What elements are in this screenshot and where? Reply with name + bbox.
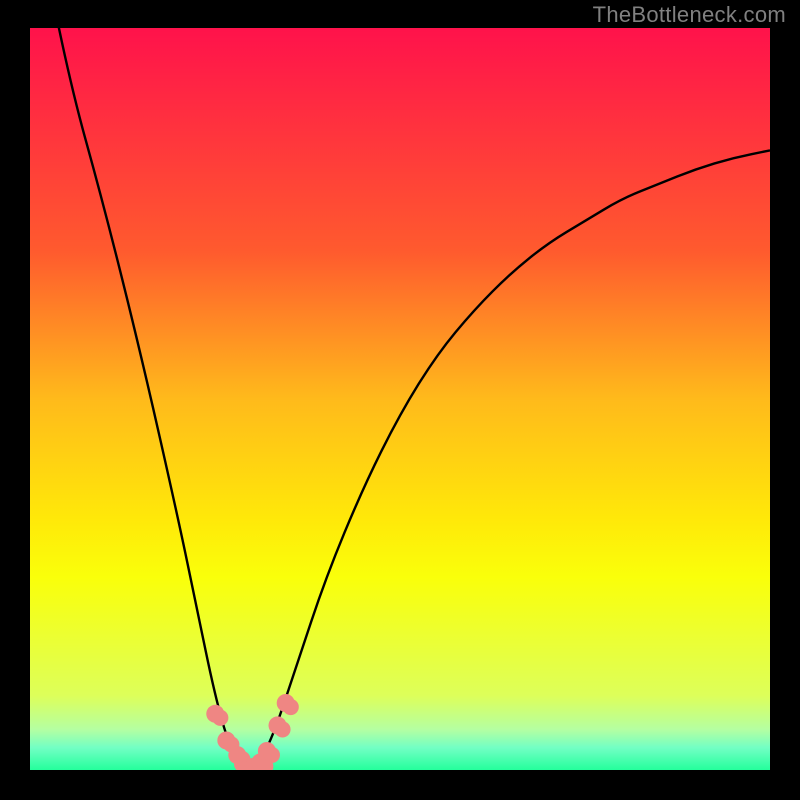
gradient-background (30, 28, 770, 770)
chart-frame: TheBottleneck.com (0, 0, 800, 800)
plot-area (30, 28, 770, 770)
chart-svg (30, 28, 770, 770)
watermark-text: TheBottleneck.com (593, 2, 786, 28)
